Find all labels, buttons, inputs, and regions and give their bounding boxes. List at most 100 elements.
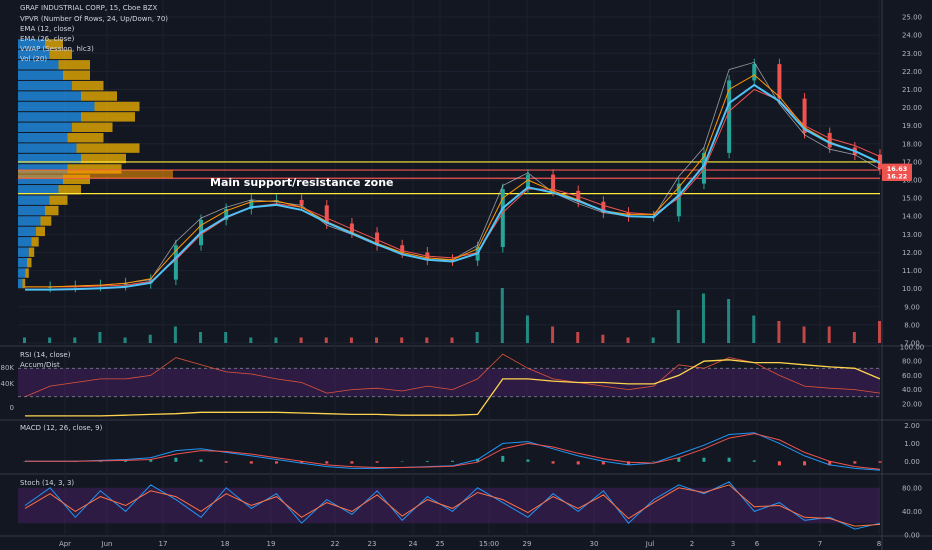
- zone-annotation: Main support/resistance zone: [210, 176, 394, 189]
- vpvr-bar-down: [25, 268, 29, 278]
- indicator-vpvr-label[interactable]: VPVR (Number Of Rows, 24, Up/Down, 70): [20, 15, 168, 23]
- candle-body: [777, 64, 782, 99]
- x-tick-label: 7: [818, 540, 822, 548]
- volume-bar: [852, 332, 856, 343]
- x-tick-label: 23: [368, 540, 377, 548]
- candle-body: [827, 132, 832, 148]
- macd-hist-bar: [199, 459, 203, 462]
- x-tick-label: 29: [523, 540, 532, 548]
- indicator-vol-label[interactable]: Vol (20): [20, 55, 47, 63]
- vpvr-bar-up: [18, 237, 32, 247]
- y-tick-label: 24.00: [902, 32, 922, 40]
- volume-bar: [123, 337, 127, 343]
- y-tick-label: 15.00: [902, 195, 922, 203]
- volume-bar: [23, 337, 26, 343]
- volume-bar: [98, 332, 102, 343]
- stoch-tick: 0.00: [904, 532, 920, 540]
- rsi-band: [18, 368, 880, 397]
- vpvr-bar-down: [63, 70, 90, 80]
- volume-bar: [827, 326, 831, 343]
- y-tick-label: 11.00: [902, 267, 922, 275]
- volume-bar: [148, 334, 152, 343]
- macd-hist-bar: [526, 459, 530, 462]
- vpvr-bar-down: [81, 91, 117, 101]
- macd-signal-line: [25, 433, 881, 470]
- volume-bar: [525, 315, 529, 343]
- macd-hist-bar: [325, 461, 329, 464]
- macd-tick: 2.00: [904, 422, 920, 430]
- accum-tick: 0: [10, 404, 14, 412]
- support-resistance-zone: [18, 161, 880, 195]
- y-tick-label: 21.00: [902, 86, 922, 94]
- stoch-label[interactable]: Stoch (14, 3, 3): [20, 479, 74, 487]
- y-tick-label: 22.00: [902, 68, 922, 76]
- rsi-tick: 100.00: [900, 344, 925, 352]
- accum-dist-label[interactable]: Accum/Dist: [20, 361, 60, 369]
- indicator-ema12-label[interactable]: EMA (12, close): [20, 25, 75, 33]
- volume-bar: [173, 326, 177, 343]
- volume-bar: [878, 321, 881, 343]
- y-tick-label: 20.00: [902, 104, 922, 112]
- grid-lines: [0, 0, 932, 550]
- vpvr-bar-up: [18, 70, 63, 80]
- macd-hist-bar: [274, 461, 278, 464]
- x-tick-label: 17: [159, 540, 168, 548]
- vpvr-poc: [18, 170, 173, 179]
- vpvr-bar-down: [94, 101, 140, 112]
- stoch-tick: 40.00: [902, 508, 922, 516]
- rsi-label[interactable]: RSI (14, close): [20, 351, 71, 359]
- vpvr-bar-up: [18, 122, 72, 132]
- macd-label[interactable]: MACD (12, 26, close, 9): [20, 424, 103, 432]
- x-tick-label: Jun: [101, 540, 113, 548]
- accum-tick: 80K: [1, 364, 15, 372]
- y-tick-label: 19.00: [902, 122, 922, 130]
- candle-body: [752, 64, 757, 81]
- macd-tick: 1.00: [904, 440, 920, 448]
- y-tick-label: 13.00: [902, 231, 922, 239]
- vpvr-bar-up: [18, 278, 23, 289]
- volume-bar: [802, 326, 806, 343]
- volume-bar: [576, 332, 580, 343]
- y-tick-label: 25.00: [902, 14, 922, 22]
- price-series: [23, 58, 882, 343]
- vpvr-bar-down: [67, 132, 104, 143]
- indicator-ema26-label[interactable]: EMA (26, close): [20, 35, 75, 43]
- macd-hist-bar: [652, 461, 656, 462]
- volume-profile: [18, 39, 140, 289]
- volume-bar: [777, 321, 781, 343]
- volume-bar: [299, 337, 303, 343]
- vpvr-bar-up: [18, 101, 95, 112]
- volume-bar: [400, 337, 404, 343]
- x-tick-label: 2: [690, 540, 694, 548]
- volume-bar: [48, 337, 52, 343]
- y-tick-label: 12.00: [902, 249, 922, 257]
- x-tick-label: 22: [331, 540, 340, 548]
- macd-hist-bar: [702, 457, 706, 462]
- macd-hist-bar: [777, 461, 781, 466]
- volume-bar: [601, 334, 605, 343]
- macd-hist-bar: [350, 461, 354, 464]
- indicator-vwap-label[interactable]: VWAP (Session, hlc3): [20, 45, 94, 53]
- volume-bar: [651, 337, 655, 343]
- macd-hist-bar: [752, 460, 756, 462]
- price-badge-text: 16.22: [887, 173, 908, 181]
- macd-hist-bar: [878, 461, 882, 463]
- vpvr-bar-down: [76, 143, 140, 153]
- vpvr-bar-down: [45, 205, 59, 216]
- vpvr-bar-up: [18, 268, 26, 278]
- x-tick-label: Jul: [645, 540, 655, 548]
- vpvr-bar-up: [18, 143, 77, 153]
- macd-hist-bar: [425, 460, 429, 462]
- volume-bar: [249, 337, 253, 343]
- y-tick-label: 9.00: [904, 303, 920, 311]
- vpvr-bar-up: [18, 247, 29, 257]
- x-tick-label: 19: [267, 540, 276, 548]
- trading-chart[interactable]: Apr Jun 17 18 19 22 23 24 25 15:00 29 30 Jul 2 3 6 7 825.…: [0, 0, 932, 550]
- vpvr-bar-down: [36, 226, 45, 237]
- volume-bar: [727, 299, 731, 343]
- macd-hist-bar: [501, 455, 505, 462]
- vpvr-bar-up: [18, 91, 81, 101]
- volume-bar: [375, 337, 379, 343]
- vpvr-bar-down: [40, 216, 52, 226]
- macd-hist-bar: [576, 461, 580, 465]
